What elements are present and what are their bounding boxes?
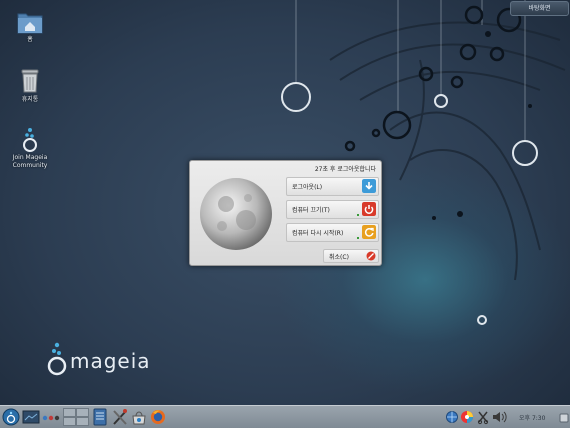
logout-button[interactable]: 로그아웃(L): [286, 177, 379, 196]
kickoff-menu-icon[interactable]: [2, 408, 20, 426]
cancel-label: 취소(C): [329, 254, 349, 261]
pager-dots-icon[interactable]: [42, 408, 60, 426]
desktop-icon[interactable]: [22, 408, 40, 426]
color-wheel-icon[interactable]: [460, 408, 474, 426]
shutdown-label: 컴퓨터 끄기(T): [292, 207, 330, 214]
trash-label: 휴지통: [21, 96, 39, 103]
mageia-community-icon: [23, 128, 37, 152]
cancel-icon: [366, 251, 376, 261]
restart-button[interactable]: 컴퓨터 다시 시작(R): [286, 223, 379, 242]
moon-icon: [200, 178, 272, 250]
show-desktop-button[interactable]: 바탕화면: [510, 1, 569, 16]
desktop[interactable]: 홈 휴지통 Join Mageia Community 바탕화면 mageia …: [0, 0, 570, 405]
shutdown-button[interactable]: 컴퓨터 끄기(T): [286, 200, 379, 219]
restart-icon: [362, 225, 376, 239]
trash-icon: [21, 69, 39, 93]
home-label: 홈: [27, 36, 33, 43]
home-folder-icon-item[interactable]: 홈: [0, 10, 60, 44]
clipboard-icon[interactable]: [477, 408, 489, 426]
clock[interactable]: 오후 7:30: [519, 413, 545, 422]
power-icon: [362, 202, 376, 216]
community-icon-item[interactable]: Join Mageia Community: [0, 126, 60, 170]
software-install-icon[interactable]: [131, 408, 147, 426]
focus-dot: [357, 214, 359, 216]
file-manager-icon[interactable]: [93, 408, 107, 426]
system-settings-icon[interactable]: [112, 408, 128, 426]
restart-label: 컴퓨터 다시 시작(R): [292, 230, 344, 237]
virtual-desktops-icon[interactable]: [63, 408, 89, 426]
volume-icon[interactable]: [491, 408, 507, 426]
taskbar: 오후 7:30: [0, 405, 570, 428]
logout-dialog: 27초 후 로그아웃합니다 로그아웃(L) 컴퓨터 끄기(T) 컴퓨터 다시 시…: [189, 160, 382, 266]
logout-label: 로그아웃(L): [292, 184, 323, 191]
trash-icon-item[interactable]: 휴지통: [0, 68, 60, 104]
focus-dot: [357, 237, 359, 239]
panel-toolbox-icon[interactable]: [559, 408, 569, 426]
cancel-button[interactable]: 취소(C): [323, 249, 379, 263]
mageia-logo-text: mageia: [70, 349, 151, 373]
community-label: Join Mageia Community: [12, 154, 48, 169]
firefox-icon[interactable]: [150, 408, 166, 426]
logout-arrow-icon: [362, 179, 376, 193]
mageia-logo-icon: [47, 342, 67, 376]
home-folder-icon: [17, 13, 43, 34]
network-icon[interactable]: [445, 408, 459, 426]
countdown-message: 27초 후 로그아웃합니다: [314, 166, 376, 173]
